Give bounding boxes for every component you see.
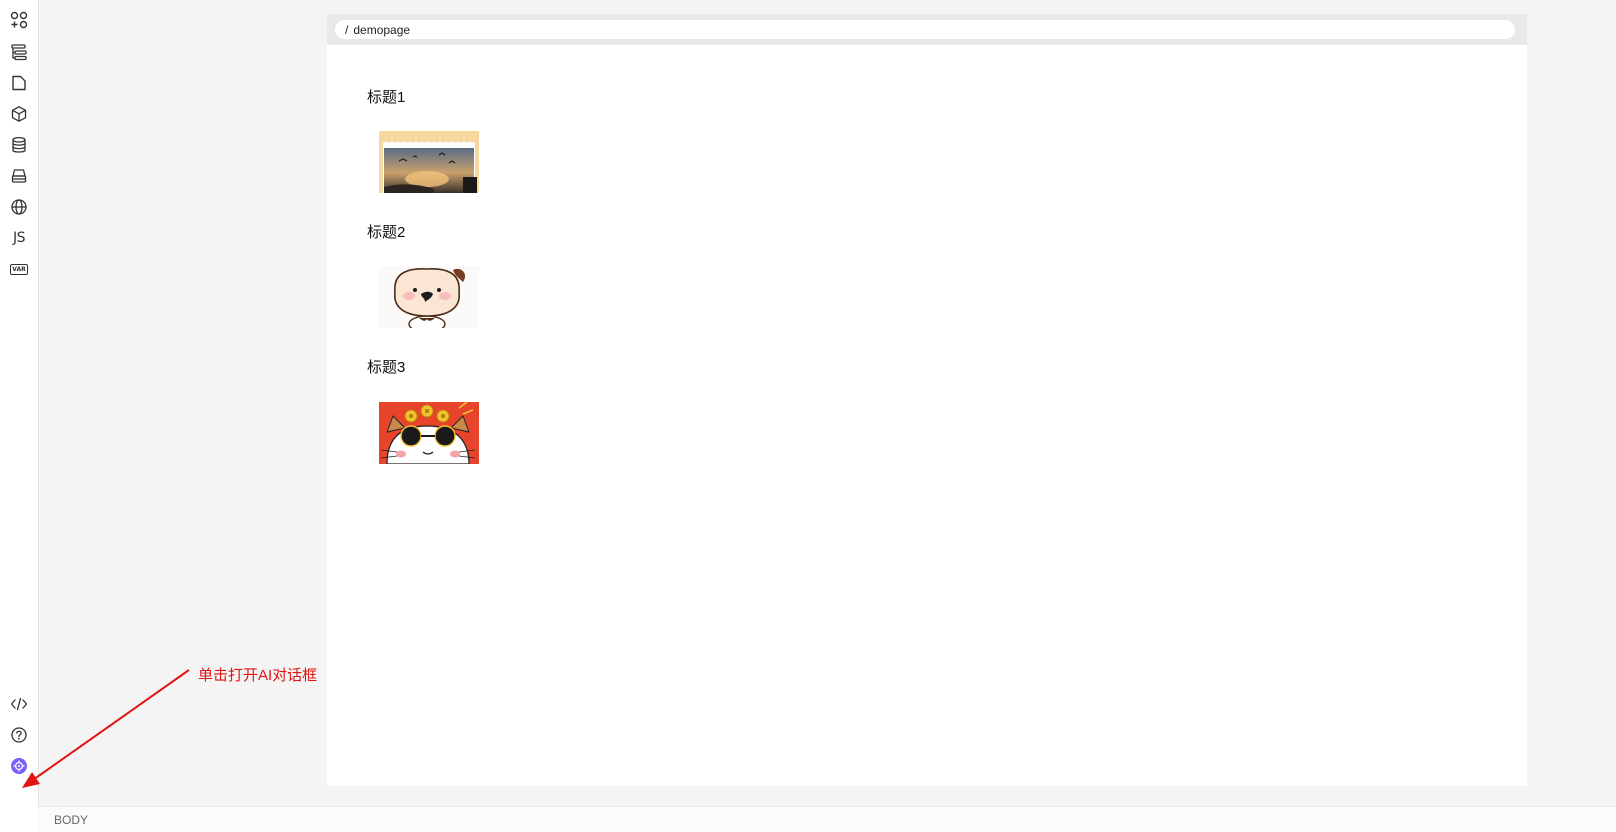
bridge-icon	[11, 169, 27, 183]
section-title-1[interactable]: 标题1	[367, 86, 405, 107]
url-path: demopage	[353, 22, 411, 37]
components-icon	[10, 11, 28, 29]
var-icon: VAR	[10, 263, 28, 275]
datasource-button[interactable]	[3, 131, 35, 159]
section-title-3[interactable]: 标题3	[367, 356, 405, 377]
design-canvas[interactable]: / demopage 标题1 标题2 标题3	[327, 14, 1527, 786]
cartoon-puppy-image[interactable]	[379, 266, 479, 328]
code-icon	[10, 697, 28, 711]
sunset-birds-image[interactable]	[379, 131, 479, 193]
element-path-breadcrumb[interactable]: BODY	[54, 813, 88, 827]
canvas-url-bar: / demopage	[327, 14, 1527, 45]
js-icon: JS	[12, 230, 26, 246]
help-icon	[11, 727, 27, 743]
page-button[interactable]	[3, 69, 35, 97]
url-prefix: /	[345, 22, 349, 37]
variables-button[interactable]: VAR	[3, 255, 35, 283]
components-button[interactable]	[3, 6, 35, 34]
i18n-button[interactable]	[3, 193, 35, 221]
status-bar: BODY	[38, 806, 1616, 832]
url-path-field[interactable]: / demopage	[335, 20, 1515, 39]
blocks-button[interactable]	[3, 100, 35, 128]
annotation-label: 单击打开AI对话框	[198, 667, 318, 684]
outline-tree-button[interactable]	[3, 38, 35, 66]
help-button[interactable]	[3, 721, 35, 749]
outline-tree-icon	[11, 44, 27, 61]
cat-coins-image[interactable]	[379, 402, 479, 464]
section-title-2[interactable]: 标题2	[367, 221, 405, 242]
ai-assistant-button[interactable]	[3, 752, 35, 780]
database-icon	[12, 136, 26, 153]
page-icon	[12, 75, 26, 91]
cube-icon	[11, 106, 27, 122]
left-toolbar: JS VAR	[0, 0, 39, 832]
globe-icon	[11, 199, 27, 215]
bridge-button[interactable]	[3, 162, 35, 190]
ai-icon	[11, 758, 27, 774]
source-code-button[interactable]	[3, 690, 35, 718]
js-button[interactable]: JS	[3, 224, 35, 252]
